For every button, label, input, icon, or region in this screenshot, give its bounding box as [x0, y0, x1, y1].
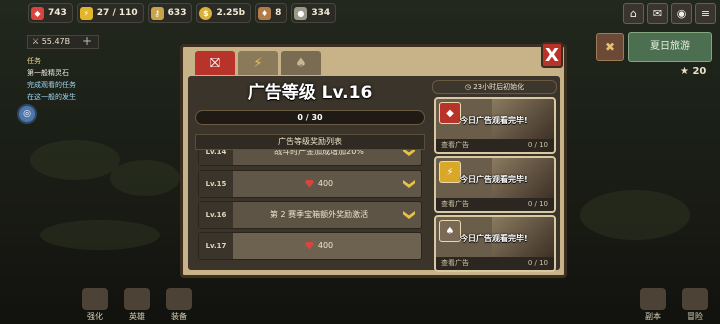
resource-energy[interactable]: ⚡ 27 / 110 — [76, 3, 144, 23]
token-icon: ♦ — [258, 6, 272, 20]
resource-gems[interactable]: ◆ 743 — [28, 3, 73, 23]
reward-level: Lv.17 — [199, 233, 233, 259]
reward-row[interactable]: Lv.15 400 — [198, 170, 422, 198]
event-icon[interactable]: ✖ — [596, 33, 624, 61]
lightning-icon: ⚡ — [79, 6, 93, 20]
ad-reward-icon: ♠ — [439, 220, 461, 242]
reward-row[interactable]: Lv.16 第 2 赛季宝箱额外奖励激活 — [198, 201, 422, 229]
nav-equipment[interactable]: 装备 — [166, 288, 192, 322]
reward-desc: 400 — [239, 233, 399, 259]
star-count: ★ 20 — [680, 66, 707, 77]
reward-list-title: 广告等级奖励列表 — [195, 134, 425, 150]
ad-status: 今日广告观看完毕! — [460, 175, 528, 184]
ad-card[interactable]: ♠ 今日广告观看完毕! 查看广告 0 / 10 — [434, 215, 556, 272]
ad-count: 0 / 10 — [527, 200, 548, 208]
bottom-nav: 强化 英雄 装备 副本 冒险 — [0, 288, 720, 324]
ad-card-footer: 查看广告 0 / 10 — [436, 257, 554, 270]
hammer-icon — [82, 288, 108, 310]
watch-ad-label: 查看广告 — [441, 141, 469, 149]
ad-card[interactable]: ⚡ 今日广告观看完毕! 查看广告 0 / 10 — [434, 156, 556, 213]
dungeon-icon — [640, 288, 666, 310]
reward-level: Lv.15 — [199, 171, 233, 197]
key-icon: ⚷ — [150, 6, 164, 20]
reset-timer: ◷ 23小时后初始化 — [432, 80, 557, 94]
resource-gold[interactable]: $2.25b — [196, 3, 252, 23]
home-icon[interactable]: ⌂ — [623, 3, 644, 24]
ad-card-footer: 查看广告 0 / 10 — [436, 139, 554, 152]
reward-list[interactable]: Lv.14 战斗时产金加成增加20% Lv.15 400 Lv.16 第 2 赛… — [195, 150, 425, 264]
reward-desc: 400 — [239, 171, 399, 197]
reward-row[interactable]: Lv.14 战斗时产金加成增加20% — [198, 150, 422, 166]
side-menu-button[interactable]: ◎ — [17, 104, 37, 124]
ad-card-footer: 查看广告 0 / 10 — [436, 198, 554, 211]
ad-level-title: 广告等级 Lv.16 — [247, 83, 373, 103]
top-right-menu: ⌂ ✉ ◉ ≡ — [623, 3, 716, 24]
close-icon: X — [545, 44, 559, 66]
camera-icon[interactable]: ◉ — [671, 3, 692, 24]
clock-icon: ◷ — [464, 83, 474, 91]
reward-desc: 第 2 赛季宝箱额外奖励激活 — [269, 210, 369, 219]
summer-event-banner[interactable]: 夏日旅游 — [628, 32, 712, 62]
close-button[interactable]: X — [541, 42, 563, 68]
resource-ore[interactable]: ● 334 — [291, 3, 337, 23]
lightning-icon: ⚡ — [253, 55, 263, 71]
reward-desc: 战斗时产金加成增加20% — [274, 150, 364, 156]
watch-ad-label: 查看广告 — [441, 200, 469, 208]
tab-ad-level[interactable]: ⛝ — [195, 51, 235, 75]
task-item[interactable]: 在这一般的发生 — [27, 91, 99, 103]
watch-ad-label: 查看广告 — [441, 259, 469, 267]
ad-status: 今日广告观看完毕! — [460, 234, 528, 243]
resource-bar: ◆ 743 ⚡ 27 / 110 ⚷ 633 $2.25b ♦ 8 ● 334 — [0, 0, 720, 26]
chevron-down-icon — [403, 180, 415, 188]
nav-adventure[interactable]: 冒险 — [682, 288, 708, 322]
ad-card[interactable]: ◆ 今日广告观看完毕! 查看广告 0 / 10 — [434, 97, 556, 154]
gem-icon: ◆ — [31, 6, 44, 20]
task-item[interactable]: 第一般精灵石 — [27, 67, 99, 79]
nav-enhance[interactable]: 强化 — [82, 288, 108, 322]
task-header[interactable]: 任务 — [27, 55, 99, 67]
coin-icon: $ — [199, 6, 213, 20]
ad-reward-icon: ⚡ — [439, 161, 461, 183]
mushroom-icon: ♠ — [295, 55, 307, 71]
ad-level-progress: 0 / 30 — [195, 110, 425, 125]
map-icon — [682, 288, 708, 310]
ad-icon: ⛝ — [210, 55, 220, 71]
chevron-down-icon — [403, 211, 415, 219]
menu-icon[interactable]: ≡ — [695, 3, 716, 24]
tab-ad-shop[interactable]: ♠ — [281, 51, 321, 75]
ad-reward-icon: ◆ — [439, 102, 461, 124]
gem-icon — [304, 179, 314, 188]
resource-keys[interactable]: ⚷ 633 — [147, 3, 193, 23]
mail-icon[interactable]: ✉ — [647, 3, 668, 24]
tab-ad-bonus[interactable]: ⚡ — [238, 51, 278, 75]
task-item[interactable]: 完成观看的任务 — [27, 79, 99, 91]
gem-icon — [304, 241, 314, 250]
progress-text: 0 / 30 — [297, 113, 323, 122]
chevron-down-icon — [403, 150, 415, 156]
resource-tokens[interactable]: ♦ 8 — [255, 3, 288, 23]
ad-count: 0 / 10 — [527, 259, 548, 267]
ad-count: 0 / 10 — [527, 141, 548, 149]
reward-row[interactable]: Lv.17 400 — [198, 232, 422, 260]
ore-icon: ● — [294, 6, 308, 20]
nav-heroes[interactable]: 英雄 — [124, 288, 150, 322]
ad-status: 今日广告观看完毕! — [460, 116, 528, 125]
armor-icon — [166, 288, 192, 310]
reward-level: Lv.16 — [199, 202, 233, 228]
power-plus-button[interactable]: + — [82, 35, 92, 47]
sword-icon — [124, 288, 150, 310]
reward-level: Lv.14 — [199, 150, 233, 165]
nav-dungeon[interactable]: 副本 — [640, 288, 666, 322]
